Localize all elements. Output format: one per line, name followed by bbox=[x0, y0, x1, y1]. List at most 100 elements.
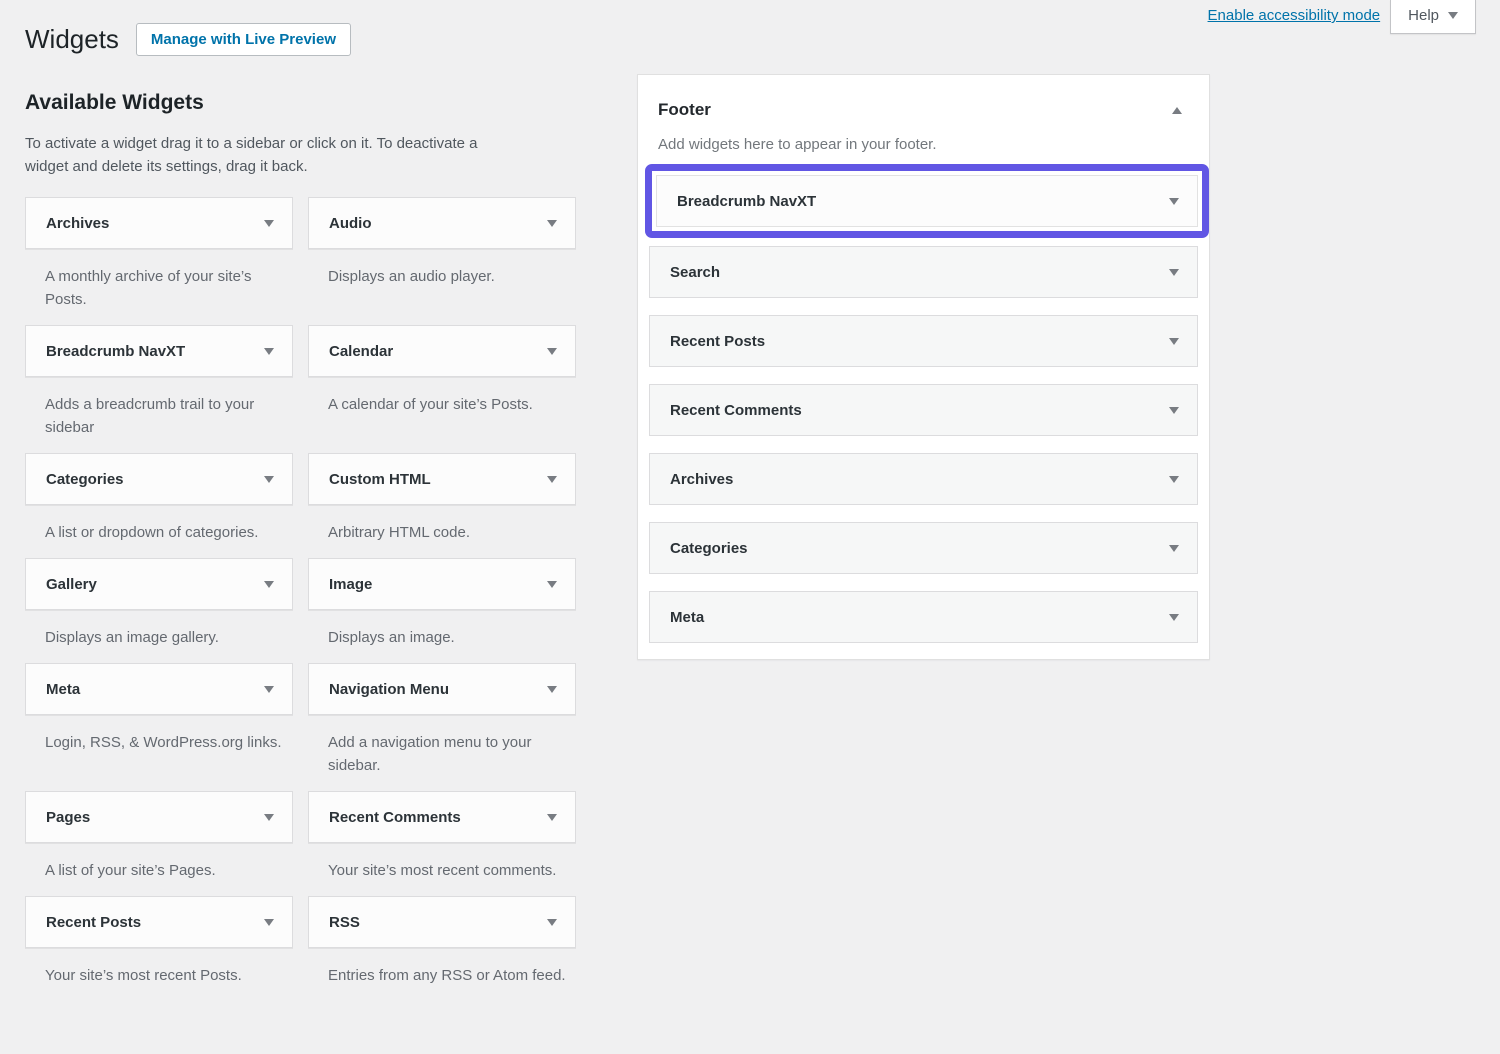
available-widget-item: Archives A monthly archive of your site’… bbox=[25, 197, 293, 325]
available-widget-item: Navigation Menu Add a navigation menu to… bbox=[308, 663, 576, 791]
available-widgets-section: Available Widgets To activate a widget d… bbox=[25, 90, 576, 1001]
available-widget-recent-comments[interactable]: Recent Comments bbox=[308, 791, 576, 843]
chevron-down-icon[interactable] bbox=[1169, 545, 1179, 552]
available-widget-item: Recent Comments Your site’s most recent … bbox=[308, 791, 576, 896]
widget-title: Recent Posts bbox=[670, 333, 765, 350]
chevron-down-icon[interactable] bbox=[547, 220, 557, 227]
chevron-down-icon[interactable] bbox=[264, 220, 274, 227]
widget-description: A monthly archive of your site’s Posts. bbox=[45, 265, 285, 311]
available-widget-audio[interactable]: Audio bbox=[308, 197, 576, 249]
widget-title: Gallery bbox=[46, 576, 97, 593]
chevron-down-icon[interactable] bbox=[547, 581, 557, 588]
footer-widget-search[interactable]: Search bbox=[649, 246, 1198, 298]
available-widget-calendar[interactable]: Calendar bbox=[308, 325, 576, 377]
widget-description: A calendar of your site’s Posts. bbox=[328, 393, 568, 416]
footer-sidebar-panel: Footer Add widgets here to appear in you… bbox=[637, 74, 1210, 660]
footer-widget-recent-posts[interactable]: Recent Posts bbox=[649, 315, 1198, 367]
widget-title: Archives bbox=[46, 215, 109, 232]
widget-title: Meta bbox=[670, 609, 704, 626]
chevron-down-icon[interactable] bbox=[547, 348, 557, 355]
chevron-down-icon[interactable] bbox=[547, 686, 557, 693]
available-widget-meta[interactable]: Meta bbox=[25, 663, 293, 715]
widget-description: A list or dropdown of categories. bbox=[45, 521, 285, 544]
chevron-down-icon[interactable] bbox=[1169, 407, 1179, 414]
widget-title: Audio bbox=[329, 215, 372, 232]
widget-title: Recent Posts bbox=[46, 914, 141, 931]
available-widgets-intro: To activate a widget drag it to a sideba… bbox=[25, 132, 480, 178]
available-widget-recent-posts[interactable]: Recent Posts bbox=[25, 896, 293, 948]
available-widget-item: Pages A list of your site’s Pages. bbox=[25, 791, 293, 896]
available-widget-archives[interactable]: Archives bbox=[25, 197, 293, 249]
available-widget-item: Custom HTML Arbitrary HTML code. bbox=[308, 453, 576, 558]
available-widget-navigation-menu[interactable]: Navigation Menu bbox=[308, 663, 576, 715]
widget-description: Login, RSS, & WordPress.org links. bbox=[45, 731, 285, 754]
widget-description: Arbitrary HTML code. bbox=[328, 521, 568, 544]
chevron-down-icon[interactable] bbox=[264, 814, 274, 821]
chevron-down-icon[interactable] bbox=[547, 814, 557, 821]
widget-title: Recent Comments bbox=[670, 402, 802, 419]
chevron-down-icon[interactable] bbox=[1169, 269, 1179, 276]
available-widget-breadcrumb-navxt[interactable]: Breadcrumb NavXT bbox=[25, 325, 293, 377]
widget-title: Breadcrumb NavXT bbox=[46, 343, 185, 360]
chevron-down-icon[interactable] bbox=[1169, 614, 1179, 621]
footer-panel-header[interactable]: Footer bbox=[638, 75, 1209, 121]
chevron-down-icon[interactable] bbox=[264, 686, 274, 693]
available-widget-pages[interactable]: Pages bbox=[25, 791, 293, 843]
footer-widget-meta[interactable]: Meta bbox=[649, 591, 1198, 643]
widget-description: Adds a breadcrumb trail to your sidebar bbox=[45, 393, 285, 439]
widget-title: Meta bbox=[46, 681, 80, 698]
widget-title: Recent Comments bbox=[329, 809, 461, 826]
enable-accessibility-mode-link[interactable]: Enable accessibility mode bbox=[1208, 7, 1381, 24]
available-widgets-heading: Available Widgets bbox=[25, 90, 576, 116]
chevron-down-icon[interactable] bbox=[264, 581, 274, 588]
widget-description: Your site’s most recent comments. bbox=[328, 859, 568, 882]
available-widget-item: Recent Posts Your site’s most recent Pos… bbox=[25, 896, 293, 1001]
available-widget-categories[interactable]: Categories bbox=[25, 453, 293, 505]
chevron-down-icon[interactable] bbox=[1169, 476, 1179, 483]
available-widget-gallery[interactable]: Gallery bbox=[25, 558, 293, 610]
widget-title: Custom HTML bbox=[329, 471, 431, 488]
widget-description: Entries from any RSS or Atom feed. bbox=[328, 964, 568, 987]
available-widget-item: Calendar A calendar of your site’s Posts… bbox=[308, 325, 576, 453]
widget-title: RSS bbox=[329, 914, 360, 931]
help-label: Help bbox=[1408, 7, 1439, 24]
help-dropdown-button[interactable]: Help bbox=[1390, 0, 1476, 34]
widget-title: Navigation Menu bbox=[329, 681, 449, 698]
widget-description: Displays an image. bbox=[328, 626, 568, 649]
chevron-down-icon[interactable] bbox=[547, 919, 557, 926]
widget-title: Calendar bbox=[329, 343, 393, 360]
available-widget-custom-html[interactable]: Custom HTML bbox=[308, 453, 576, 505]
chevron-down-icon[interactable] bbox=[264, 919, 274, 926]
chevron-down-icon bbox=[1448, 12, 1458, 19]
widget-description: Displays an audio player. bbox=[328, 265, 568, 288]
available-widget-item: Audio Displays an audio player. bbox=[308, 197, 576, 325]
chevron-down-icon[interactable] bbox=[264, 348, 274, 355]
chevron-down-icon[interactable] bbox=[547, 476, 557, 483]
available-widget-rss[interactable]: RSS bbox=[308, 896, 576, 948]
widget-title: Categories bbox=[670, 540, 748, 557]
widget-title: Archives bbox=[670, 471, 733, 488]
available-widget-item: Breadcrumb NavXT Adds a breadcrumb trail… bbox=[25, 325, 293, 453]
widget-description: Displays an image gallery. bbox=[45, 626, 285, 649]
widget-title: Breadcrumb NavXT bbox=[677, 193, 816, 210]
chevron-down-icon[interactable] bbox=[1169, 338, 1179, 345]
chevron-down-icon[interactable] bbox=[1169, 198, 1179, 205]
screen-meta-links: Enable accessibility mode Help bbox=[1208, 0, 1476, 34]
footer-widget-categories[interactable]: Categories bbox=[649, 522, 1198, 574]
footer-widget-archives[interactable]: Archives bbox=[649, 453, 1198, 505]
available-widget-item: Gallery Displays an image gallery. bbox=[25, 558, 293, 663]
available-widget-image[interactable]: Image bbox=[308, 558, 576, 610]
chevron-up-icon[interactable] bbox=[1172, 107, 1182, 114]
widget-description: Your site’s most recent Posts. bbox=[45, 964, 285, 987]
footer-widget-breadcrumb-navxt[interactable]: Breadcrumb NavXT bbox=[656, 175, 1198, 227]
page-title: Widgets bbox=[25, 22, 119, 56]
manage-live-preview-button[interactable]: Manage with Live Preview bbox=[136, 23, 351, 56]
footer-panel-title: Footer bbox=[658, 99, 711, 121]
footer-widgets-list: Breadcrumb NavXT Search Recent Posts Rec… bbox=[638, 164, 1209, 659]
available-widget-item: Categories A list or dropdown of categor… bbox=[25, 453, 293, 558]
widget-title: Search bbox=[670, 264, 720, 281]
chevron-down-icon[interactable] bbox=[264, 476, 274, 483]
footer-panel-description: Add widgets here to appear in your foote… bbox=[658, 135, 1189, 154]
widget-title: Pages bbox=[46, 809, 90, 826]
footer-widget-recent-comments[interactable]: Recent Comments bbox=[649, 384, 1198, 436]
